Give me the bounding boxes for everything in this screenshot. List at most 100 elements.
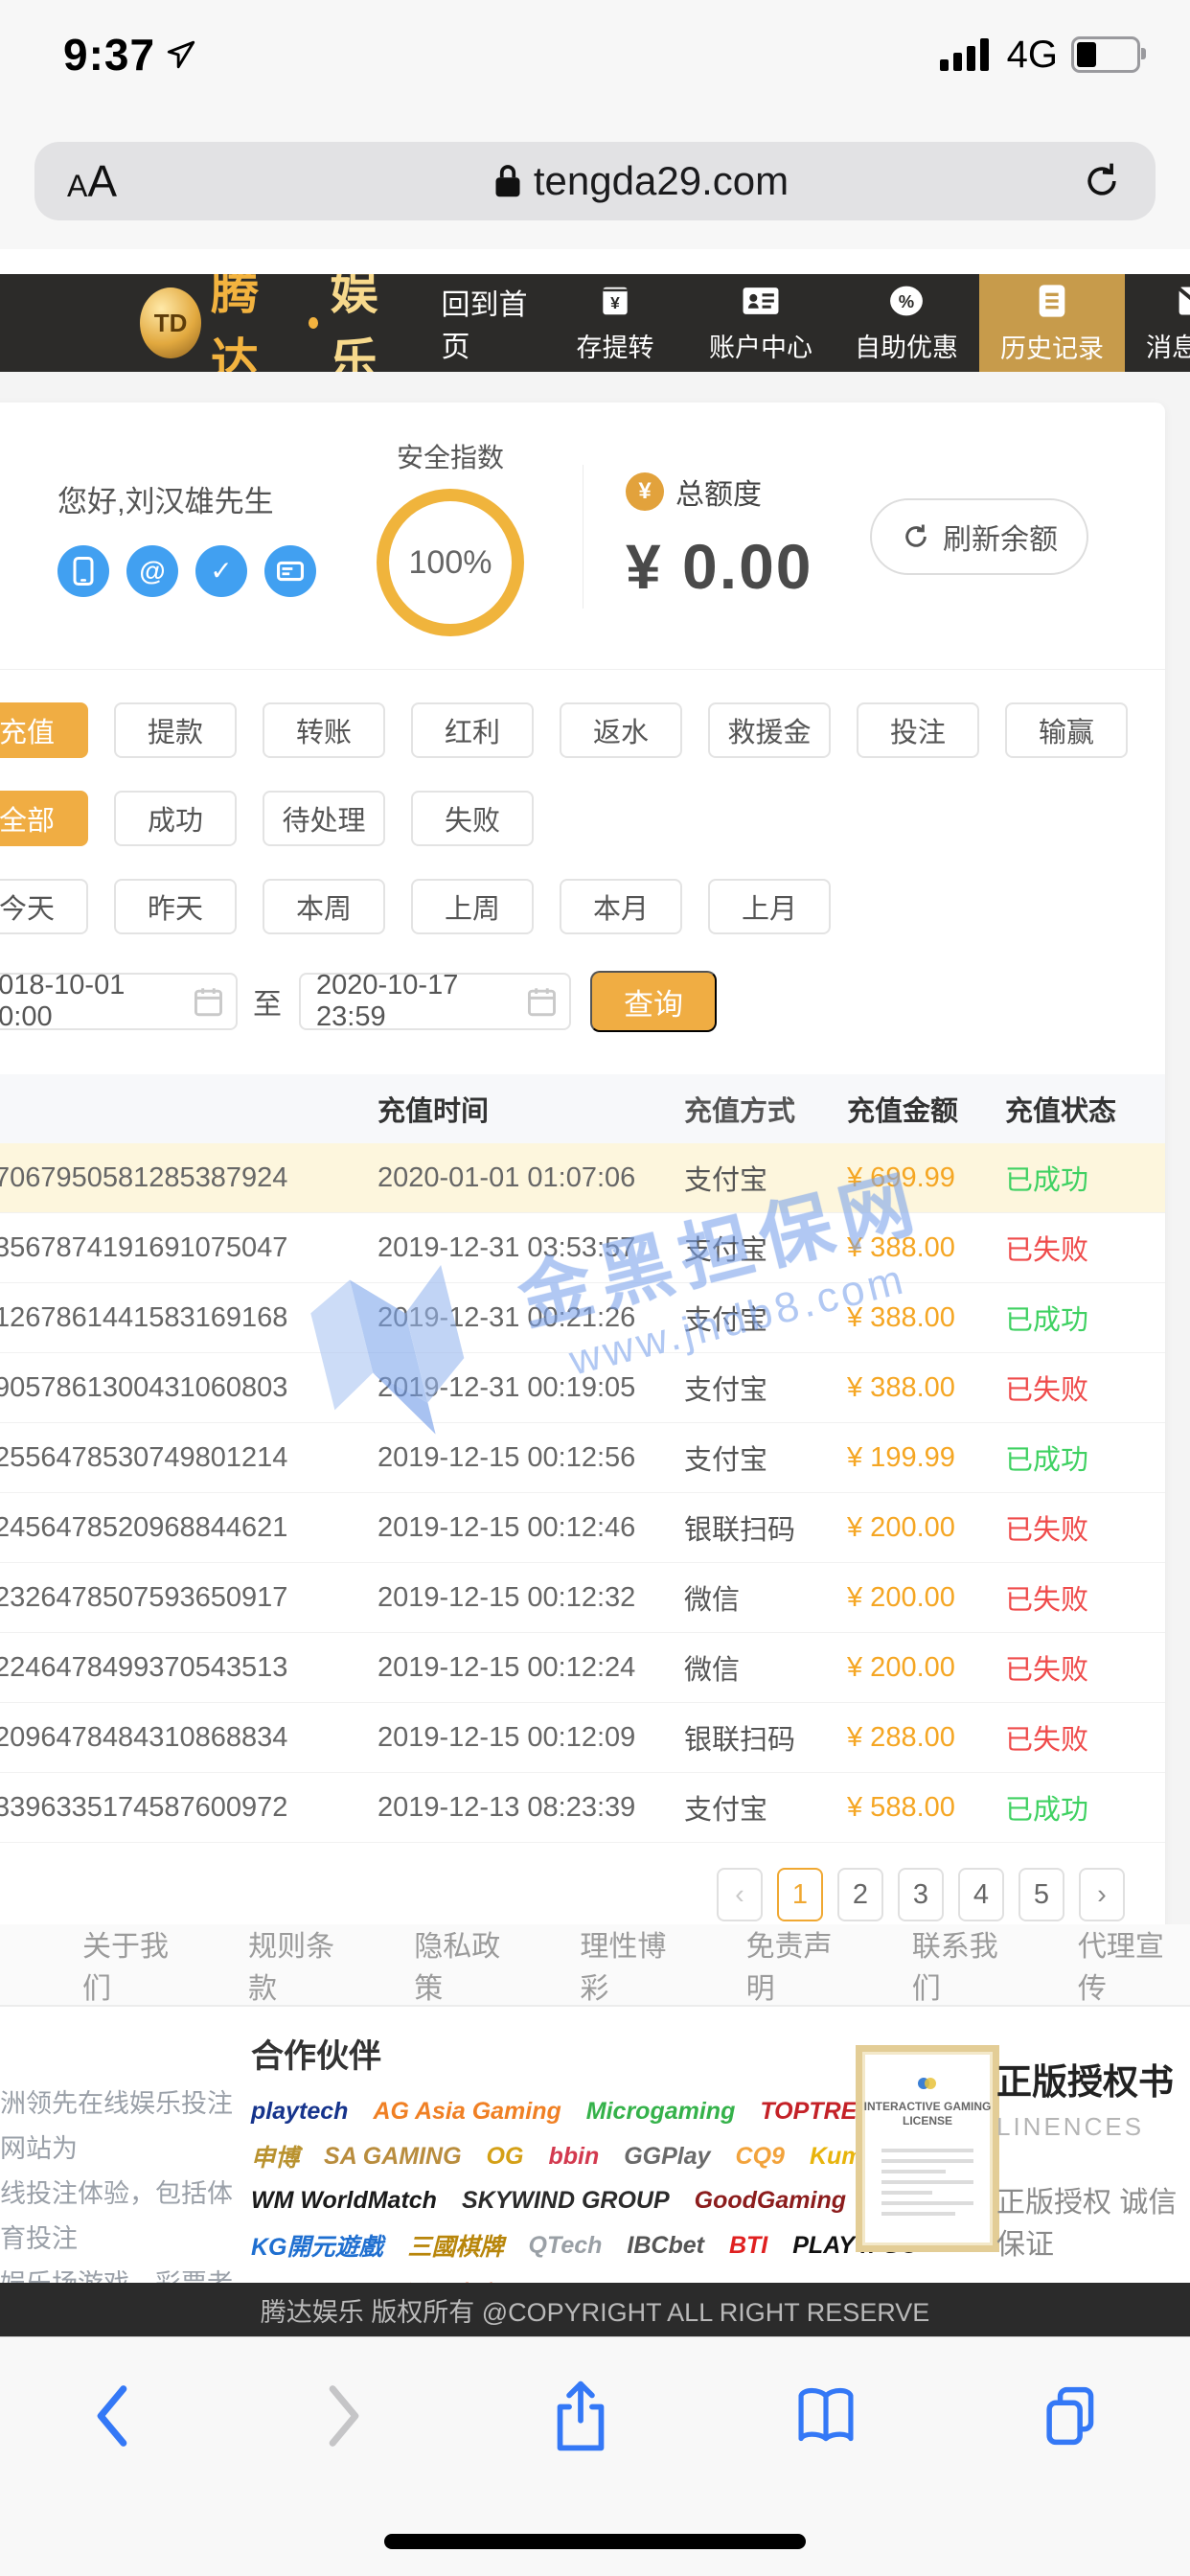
reader-text-size-button[interactable]: AA	[67, 155, 201, 207]
page-number-button[interactable]: 3	[898, 1868, 944, 1921]
status-badge: 已失败	[1005, 1507, 1165, 1548]
bookmarks-button[interactable]	[794, 2381, 858, 2450]
status-filter-button[interactable]: 全部	[0, 791, 88, 846]
iphone-screen: 9:37 4G AA tengda29.com	[0, 0, 1190, 2576]
quick-date-button[interactable]: 上月	[708, 879, 831, 934]
status-filter-button[interactable]: 成功	[114, 791, 237, 846]
footer-link[interactable]: 关于我们	[82, 1922, 195, 2007]
partner-logo: bbin	[548, 2143, 599, 2171]
recharge-table: 充值时间 充值方式 充值金额 充值状态 7067950581285387924 …	[0, 1074, 1165, 1843]
copyright-bar: 腾达娱乐 版权所有 @COPYRIGHT ALL RIGHT RESERVE	[0, 2283, 1190, 2336]
forward-button[interactable]	[320, 2384, 368, 2448]
table-row[interactable]: 2556478530749801214 2019-12-15 00:12:56 …	[0, 1423, 1165, 1493]
nav-label: 历史记录	[1000, 328, 1104, 365]
total-balance-value: ¥ 0.00	[626, 530, 813, 603]
nav-label: 存提转	[577, 327, 654, 364]
table-row[interactable]: 3396335174587600972 2019-12-13 08:23:39 …	[0, 1773, 1165, 1843]
table-row[interactable]: 2096478484310868834 2019-12-15 00:12:09 …	[0, 1703, 1165, 1773]
quick-date-button[interactable]: 昨天	[114, 879, 237, 934]
prev-page-button[interactable]: ‹	[717, 1868, 763, 1921]
back-button[interactable]	[88, 2384, 136, 2448]
nav-deposit-transfer[interactable]: ¥ 存提转	[542, 274, 688, 372]
nav-history-records[interactable]: 历史记录	[979, 274, 1125, 372]
footer-link[interactable]: 代理宣传	[1078, 1922, 1190, 2007]
reload-icon[interactable]	[1081, 158, 1123, 204]
recharge-amount: ¥ 388.00	[847, 1372, 1005, 1404]
type-filter-button[interactable]: 投注	[857, 702, 979, 758]
footer-link[interactable]: 理性博彩	[580, 1922, 692, 2007]
partner-logo: GoodGaming	[695, 2187, 846, 2215]
quick-date-button[interactable]: 本月	[560, 879, 682, 934]
partner-logo: IBCbet	[627, 2232, 704, 2260]
footer-link[interactable]: 免责声明	[746, 1922, 858, 2007]
status-badge: 已成功	[1005, 1787, 1165, 1828]
order-number: 2246478499370543513	[0, 1652, 378, 1684]
quick-date-button[interactable]: 本周	[263, 879, 385, 934]
date-from-input[interactable]: 2018-10-01 00:00	[0, 973, 238, 1030]
home-indicator[interactable]	[384, 2534, 806, 2549]
status-badge: 已成功	[1005, 1298, 1165, 1338]
order-number: 9057861300431060803	[0, 1372, 378, 1404]
quick-date-button[interactable]: 上周	[411, 879, 534, 934]
type-filter-button[interactable]: 充值	[0, 702, 88, 758]
order-number: 1267861441583169168	[0, 1302, 378, 1334]
table-row[interactable]: 1267861441583169168 2019-12-31 00:21:26 …	[0, 1283, 1165, 1353]
share-button[interactable]	[551, 2378, 610, 2454]
type-filter-button[interactable]: 救援金	[708, 702, 831, 758]
status-filter-button[interactable]: 待处理	[263, 791, 385, 846]
nav-label: 消息中心	[1146, 327, 1190, 364]
pagination: ‹ 1 2 3 4 5 ›	[0, 1868, 1125, 1921]
recharge-amount: ¥ 388.00	[847, 1232, 1005, 1264]
table-row[interactable]: 3567874191691075047 2019-12-31 03:53:57 …	[0, 1213, 1165, 1283]
date-from-value: 2018-10-01 00:00	[0, 970, 195, 1033]
page-number-button[interactable]: 5	[1018, 1868, 1064, 1921]
tabs-button[interactable]	[1041, 2382, 1102, 2450]
type-filter-button[interactable]: 返水	[560, 702, 682, 758]
partner-logo: SA GAMING	[324, 2143, 462, 2171]
table-row[interactable]: 9057861300431060803 2019-12-31 00:19:05 …	[0, 1353, 1165, 1423]
nav-account-center[interactable]: 账户中心	[688, 274, 834, 372]
site-logo[interactable]: TD 腾达 娱乐	[0, 274, 416, 372]
date-to-input[interactable]: 2020-10-17 23:59	[299, 973, 571, 1030]
footer-link[interactable]: 规则条款	[248, 1922, 360, 2007]
license-certificate-image: INTERACTIVE GAMING LICENSE	[856, 2045, 999, 2252]
page-number-button[interactable]: 4	[958, 1868, 1004, 1921]
nav-self-promo[interactable]: % 自助优惠	[834, 274, 979, 372]
address-bar[interactable]: AA tengda29.com	[34, 142, 1156, 220]
order-number: 3567874191691075047	[0, 1232, 378, 1264]
card-icon[interactable]	[264, 545, 316, 597]
network-type: 4G	[1007, 34, 1058, 77]
partner-logo: 三國棋牌	[408, 2228, 504, 2263]
svg-text:%: %	[899, 290, 914, 310]
check-icon[interactable]: ✓	[195, 545, 247, 597]
refresh-balance-button[interactable]: 刷新余额	[870, 498, 1088, 575]
back-to-home-link[interactable]: 回到首页	[441, 281, 542, 365]
quick-date-button[interactable]: 今天	[0, 879, 88, 934]
type-filter-button[interactable]: 输赢	[1005, 702, 1128, 758]
footer-link[interactable]: 隐私政策	[414, 1922, 526, 2007]
footer-link[interactable]: 联系我们	[912, 1922, 1024, 2007]
at-icon[interactable]: @	[126, 545, 178, 597]
recharge-method: 支付宝	[684, 1228, 847, 1268]
page-number-button[interactable]: 1	[777, 1868, 823, 1921]
search-button[interactable]: 查询	[590, 971, 717, 1032]
recharge-amount: ¥ 200.00	[847, 1512, 1005, 1544]
page-number-button[interactable]: 2	[837, 1868, 883, 1921]
table-row[interactable]: 2326478507593650917 2019-12-15 00:12:32 …	[0, 1563, 1165, 1633]
type-filter-button[interactable]: 提款	[114, 702, 237, 758]
status-badge: 已失败	[1005, 1717, 1165, 1758]
table-row[interactable]: 7067950581285387924 2020-01-01 01:07:06 …	[0, 1143, 1165, 1213]
table-row[interactable]: 2456478520968844621 2019-12-15 00:12:46 …	[0, 1493, 1165, 1563]
user-greeting: 您好,刘汉雄先生	[57, 477, 345, 520]
page-top-gap	[0, 249, 1190, 274]
next-page-button[interactable]: ›	[1079, 1868, 1125, 1921]
recharge-time: 2020-01-01 01:07:06	[378, 1162, 684, 1194]
clock: 9:37	[63, 29, 155, 80]
recharge-time: 2019-12-13 08:23:39	[378, 1792, 684, 1824]
nav-message-center[interactable]: 消息中心	[1125, 274, 1190, 372]
table-row[interactable]: 2246478499370543513 2019-12-15 00:12:24 …	[0, 1633, 1165, 1703]
phone-icon[interactable]	[57, 545, 109, 597]
type-filter-button[interactable]: 转账	[263, 702, 385, 758]
type-filter-button[interactable]: 红利	[411, 702, 534, 758]
status-filter-button[interactable]: 失败	[411, 791, 534, 846]
